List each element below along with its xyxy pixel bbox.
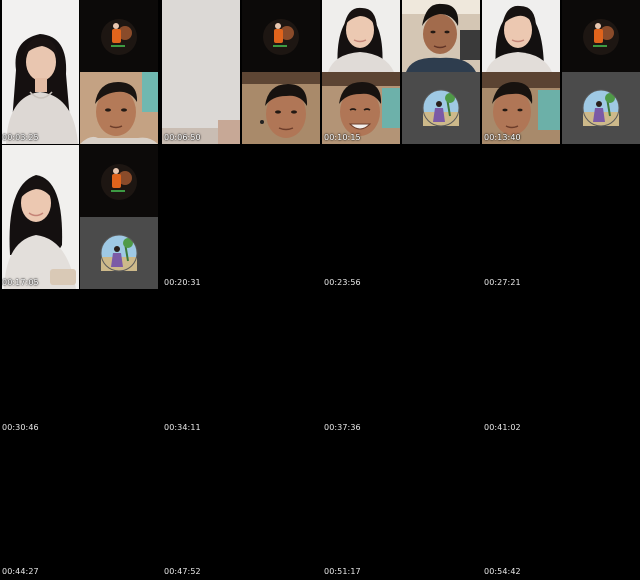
video-thumbnail-16[interactable]: 00:54:42: [482, 434, 640, 578]
timestamp-label: 00:37:36: [324, 423, 361, 432]
man-portrait: [402, 0, 480, 72]
woman-portrait: [2, 0, 79, 144]
video-thumbnail-14[interactable]: 00:47:52: [162, 434, 320, 578]
man-portrait: [242, 72, 320, 144]
timestamp-label: 00:06:50: [164, 133, 201, 142]
timestamp-label: 00:34:11: [164, 423, 201, 432]
timestamp-label: 00:17:05: [2, 278, 39, 287]
video-tile-woman: [482, 0, 560, 72]
avatar-orange-figure-icon: [242, 0, 320, 72]
avatar-beach-woman-icon: [80, 217, 158, 289]
video-tile-man: [80, 72, 158, 144]
woman-portrait: [482, 0, 560, 72]
video-thumbnail-3[interactable]: 00:10:15: [322, 0, 480, 144]
video-thumbnail-11[interactable]: 00:37:36: [322, 290, 480, 434]
video-thumbnail-9[interactable]: 00:30:46: [0, 290, 158, 434]
timestamp-label: 00:03:25: [2, 133, 39, 142]
video-tile-woman: [2, 145, 79, 289]
timestamp-label: 00:51:17: [324, 567, 361, 576]
avatar-beach-woman-icon: [402, 72, 480, 144]
video-tile-avatar: [562, 0, 640, 72]
video-thumbnail-7[interactable]: 00:23:56: [322, 145, 480, 289]
timestamp-label: 00:41:02: [484, 423, 521, 432]
video-thumbnail-15[interactable]: 00:51:17: [322, 434, 480, 578]
video-tile-avatar: [80, 145, 158, 217]
avatar-beach-woman-icon: [562, 72, 640, 144]
timestamp-label: 00:44:27: [2, 567, 39, 576]
timestamp-label: 00:20:31: [164, 278, 201, 287]
video-thumbnail-6[interactable]: 00:20:31: [162, 145, 320, 289]
video-tile-avatar: [80, 0, 158, 72]
man-portrait: [80, 72, 158, 144]
video-thumbnail-1[interactable]: 00:03:25: [0, 0, 158, 144]
avatar-orange-figure-icon: [562, 0, 640, 72]
video-thumbnail-8[interactable]: 00:27:21: [482, 145, 640, 289]
woman-portrait: [322, 0, 400, 72]
video-thumbnail-5[interactable]: 00:17:05: [0, 145, 158, 289]
woman-portrait: [2, 145, 79, 289]
timestamp-label: 00:30:46: [2, 423, 39, 432]
video-tile-avatar: [242, 0, 320, 72]
video-tile-wall: [162, 0, 240, 144]
timestamp-label: 00:47:52: [164, 567, 201, 576]
timestamp-label: 00:23:56: [324, 278, 361, 287]
video-thumbnail-13[interactable]: 00:44:27: [0, 434, 158, 578]
video-thumbnail-10[interactable]: 00:34:11: [162, 290, 320, 434]
avatar-orange-figure-icon: [80, 0, 158, 72]
video-thumbnail-12[interactable]: 00:41:02: [482, 290, 640, 434]
video-tile-woman: [322, 0, 400, 72]
video-tile-avatar: [80, 217, 158, 289]
timestamp-label: 00:10:15: [324, 133, 361, 142]
video-tile-woman: [2, 0, 79, 144]
wall-view: [162, 0, 240, 144]
timestamp-label: 00:54:42: [484, 567, 521, 576]
video-tile-avatar: [402, 72, 480, 144]
video-tile-avatar: [562, 72, 640, 144]
video-thumbnail-4[interactable]: 00:13:40: [482, 0, 640, 144]
timestamp-label: 00:27:21: [484, 278, 521, 287]
video-thumbnail-2[interactable]: 00:06:50: [162, 0, 320, 144]
video-tile-man: [402, 0, 480, 72]
avatar-orange-figure-icon: [80, 145, 158, 217]
video-tile-man: [242, 72, 320, 144]
timestamp-label: 00:13:40: [484, 133, 521, 142]
